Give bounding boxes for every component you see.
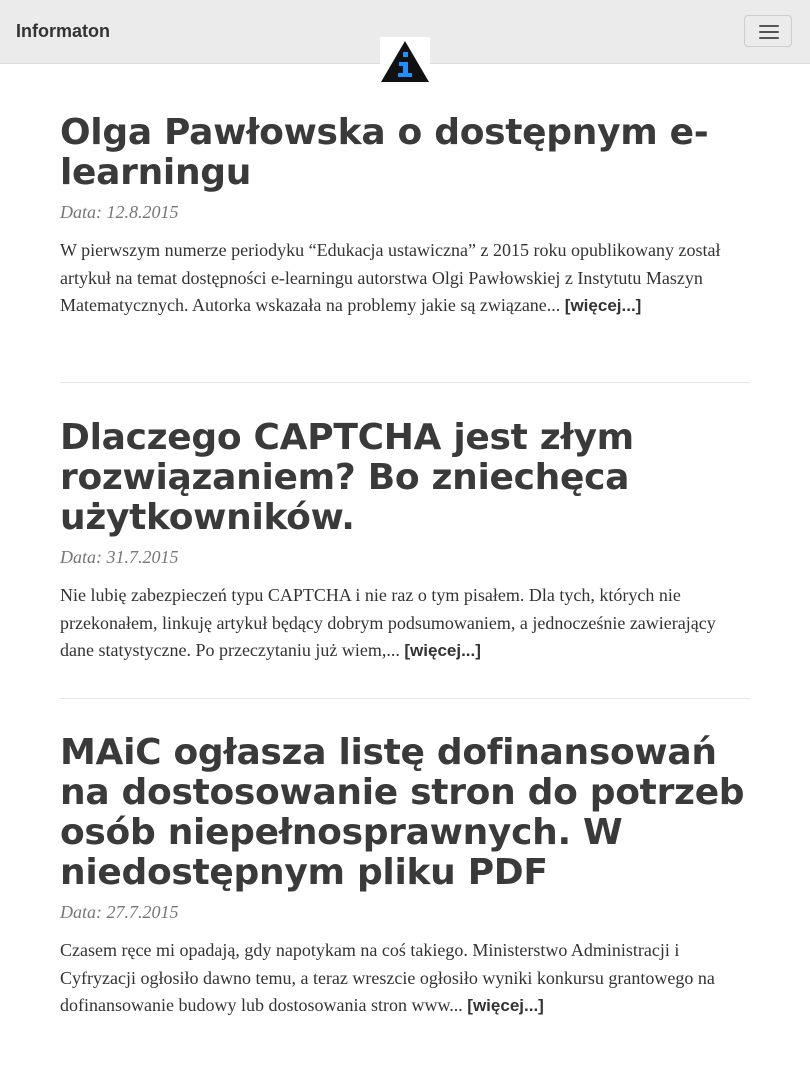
read-more-link[interactable]: [więcej...] <box>565 296 642 315</box>
brand-link[interactable]: Informaton <box>16 20 110 42</box>
post-excerpt-text: Nie lubię zabezpieczeń typu CAPTCHA i ni… <box>60 585 716 660</box>
post-divider <box>60 698 750 699</box>
post-item: MAiC ogłasza listę dofinansowań na dosto… <box>60 733 750 1020</box>
post-item: Olga Pawłowska o dostępnym e-learningu D… <box>60 113 750 320</box>
post-date: Data: 31.7.2015 <box>60 547 179 567</box>
info-triangle-logo-icon <box>381 41 429 82</box>
post-excerpt: Nie lubię zabezpieczeń typu CAPTCHA i ni… <box>60 582 750 665</box>
post-excerpt: W pierwszym numerze periodyku “Edukacja … <box>60 237 750 320</box>
hamburger-menu-icon <box>759 25 779 39</box>
site-logo[interactable] <box>380 37 430 84</box>
post-item: Dlaczego CAPTCHA jest złym rozwiązaniem?… <box>60 418 750 665</box>
post-title[interactable]: Dlaczego CAPTCHA jest złym rozwiązaniem?… <box>60 418 750 538</box>
post-date: Data: 12.8.2015 <box>60 202 179 222</box>
post-title[interactable]: Olga Pawłowska o dostępnym e-learningu <box>60 113 750 193</box>
post-divider <box>60 382 750 383</box>
post-title[interactable]: MAiC ogłasza listę dofinansowań na dosto… <box>60 733 750 893</box>
post-excerpt-text: Czasem ręce mi opadają, gdy napotykam na… <box>60 940 715 1015</box>
post-excerpt: Czasem ręce mi opadają, gdy napotykam na… <box>60 937 750 1020</box>
read-more-link[interactable]: [więcej...] <box>467 996 544 1015</box>
read-more-link[interactable]: [więcej...] <box>404 641 481 660</box>
post-date: Data: 27.7.2015 <box>60 902 179 922</box>
menu-toggle-button[interactable] <box>744 15 792 47</box>
